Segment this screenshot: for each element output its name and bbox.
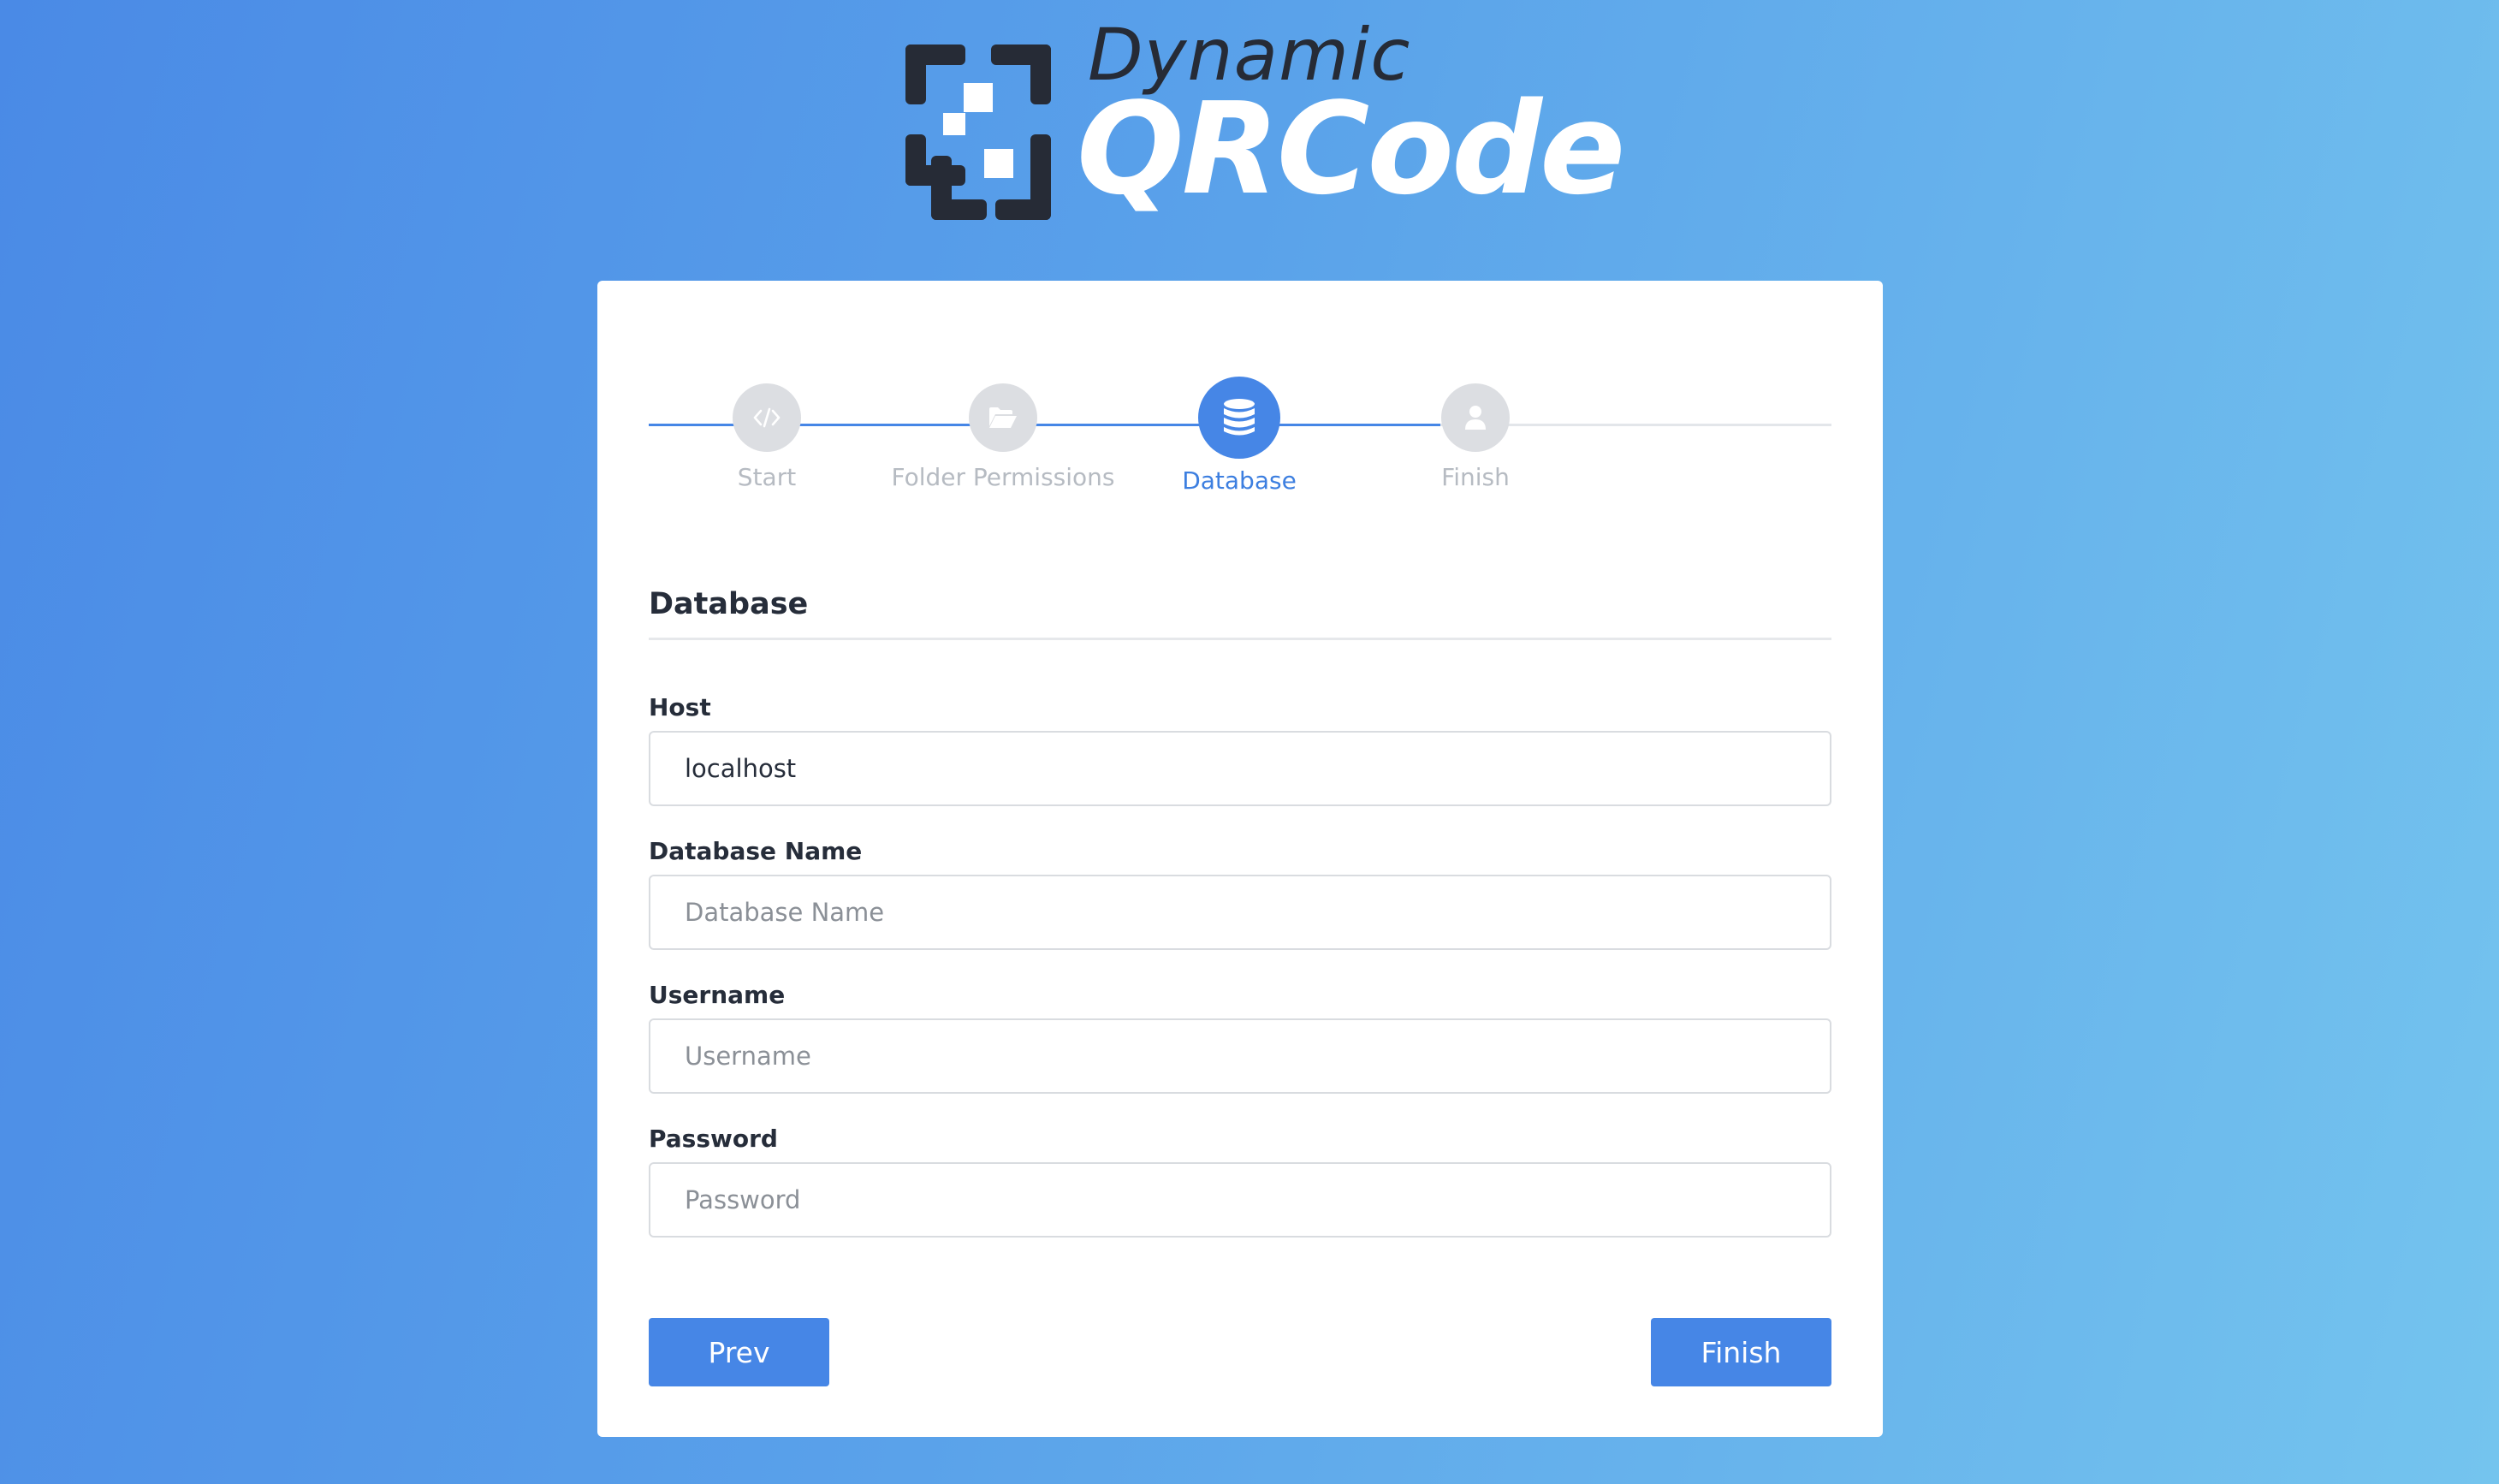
app-logo: Dynamic QRCode bbox=[905, 19, 1625, 233]
host-field-group: Host bbox=[649, 693, 1831, 806]
logo-word-qrcode: QRCode bbox=[1077, 75, 1625, 223]
database-icon bbox=[1224, 399, 1255, 436]
password-field-group: Password bbox=[649, 1125, 1831, 1238]
db-name-label: Database Name bbox=[649, 837, 863, 865]
wizard-stepper: Start Folder Permissions Database Finish bbox=[649, 377, 1831, 555]
qr-logo-icon bbox=[905, 45, 1051, 220]
step-label: Database bbox=[1182, 466, 1297, 495]
username-field-group: Username bbox=[649, 981, 1831, 1094]
username-label: Username bbox=[649, 981, 786, 1009]
step-label: Folder Permissions bbox=[891, 463, 1115, 491]
host-input[interactable] bbox=[649, 731, 1831, 806]
code-icon bbox=[753, 407, 781, 428]
finish-button[interactable]: Finish bbox=[1651, 1318, 1831, 1386]
section-divider bbox=[649, 638, 1831, 640]
password-input[interactable] bbox=[649, 1162, 1831, 1238]
install-wizard-card: Start Folder Permissions Database Finish… bbox=[597, 281, 1883, 1437]
section-title: Database bbox=[649, 587, 809, 621]
prev-button[interactable]: Prev bbox=[649, 1318, 829, 1386]
step-start[interactable]: Start bbox=[638, 383, 895, 495]
step-finish[interactable]: Finish bbox=[1347, 383, 1604, 495]
password-label: Password bbox=[649, 1125, 778, 1153]
db-name-input[interactable] bbox=[649, 875, 1831, 950]
host-label: Host bbox=[649, 693, 711, 721]
user-icon bbox=[1465, 406, 1486, 430]
db-name-field-group: Database Name bbox=[649, 837, 1831, 950]
step-folder-permissions[interactable]: Folder Permissions bbox=[875, 383, 1131, 495]
step-database[interactable]: Database bbox=[1111, 377, 1368, 498]
step-label: Start bbox=[737, 463, 797, 491]
username-input[interactable] bbox=[649, 1018, 1831, 1094]
folder-open-icon bbox=[989, 407, 1017, 428]
step-label: Finish bbox=[1441, 463, 1510, 491]
